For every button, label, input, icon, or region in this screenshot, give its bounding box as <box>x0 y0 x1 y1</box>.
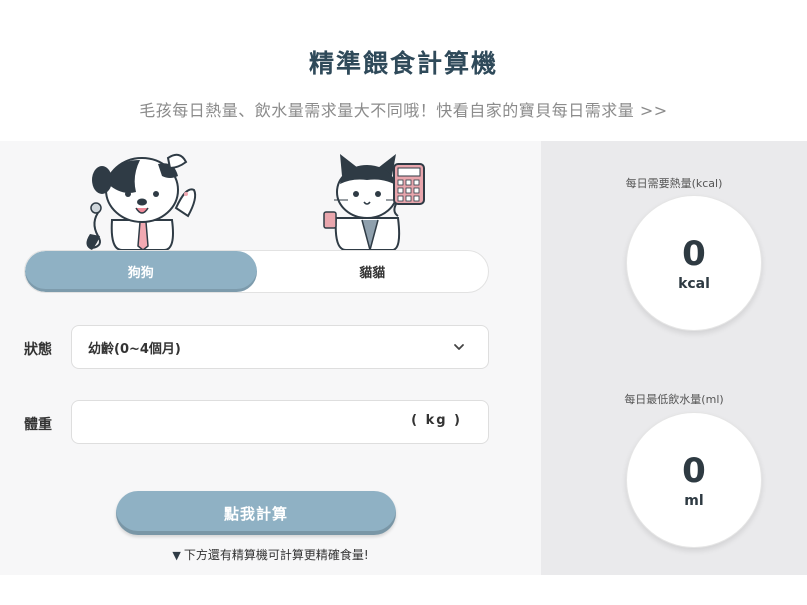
weight-unit: ( kg ) <box>411 413 462 428</box>
weight-field: ( kg ) <box>71 400 489 444</box>
kcal-result-circle: 0 kcal <box>626 195 762 331</box>
page-subtitle: 毛孩每日熱量、飲水量需求量大不同哦！快看自家的寶貝每日需求量 >> <box>139 101 668 120</box>
water-result-circle: 0 ml <box>626 412 762 548</box>
kcal-result-label: 每日需要熱量(kcal) <box>625 177 723 190</box>
calculate-button[interactable]: 點我計算 <box>116 491 396 535</box>
weight-label: 體重 <box>24 417 52 433</box>
water-result-value: 0 <box>682 451 706 491</box>
bottom-strip <box>0 575 807 605</box>
pet-type-toggle: 狗狗 貓貓 <box>24 250 489 293</box>
kcal-result-unit: kcal <box>678 276 710 292</box>
triangle-down-icon: ▼ <box>172 549 181 562</box>
dog-doctor-illustration <box>86 153 197 250</box>
chevron-down-icon <box>454 344 464 350</box>
state-select-value: 幼齡(0~4個月) <box>88 341 181 357</box>
state-select[interactable]: 幼齡(0~4個月) <box>71 325 489 369</box>
water-result-unit: ml <box>684 493 704 509</box>
weight-input[interactable] <box>84 401 414 443</box>
calculator-hint: ▼ 下方還有精算機可計算更精確食量! <box>0 546 541 563</box>
cat-calculator-illustration <box>323 154 425 250</box>
page-title: 精準餵食計算機 <box>308 49 498 78</box>
hint-text: 下方還有精算機可計算更精確食量! <box>183 548 369 562</box>
tab-cat[interactable]: 貓貓 <box>257 251 489 292</box>
kcal-result-value: 0 <box>682 234 706 274</box>
water-result-label: 每日最低飲水量(ml) <box>624 393 724 406</box>
page-header: 精準餵食計算機 毛孩每日熱量、飲水量需求量大不同哦！快看自家的寶貝每日需求量 >… <box>0 0 807 141</box>
state-label: 狀態 <box>24 342 52 358</box>
tab-dog[interactable]: 狗狗 <box>25 251 257 292</box>
